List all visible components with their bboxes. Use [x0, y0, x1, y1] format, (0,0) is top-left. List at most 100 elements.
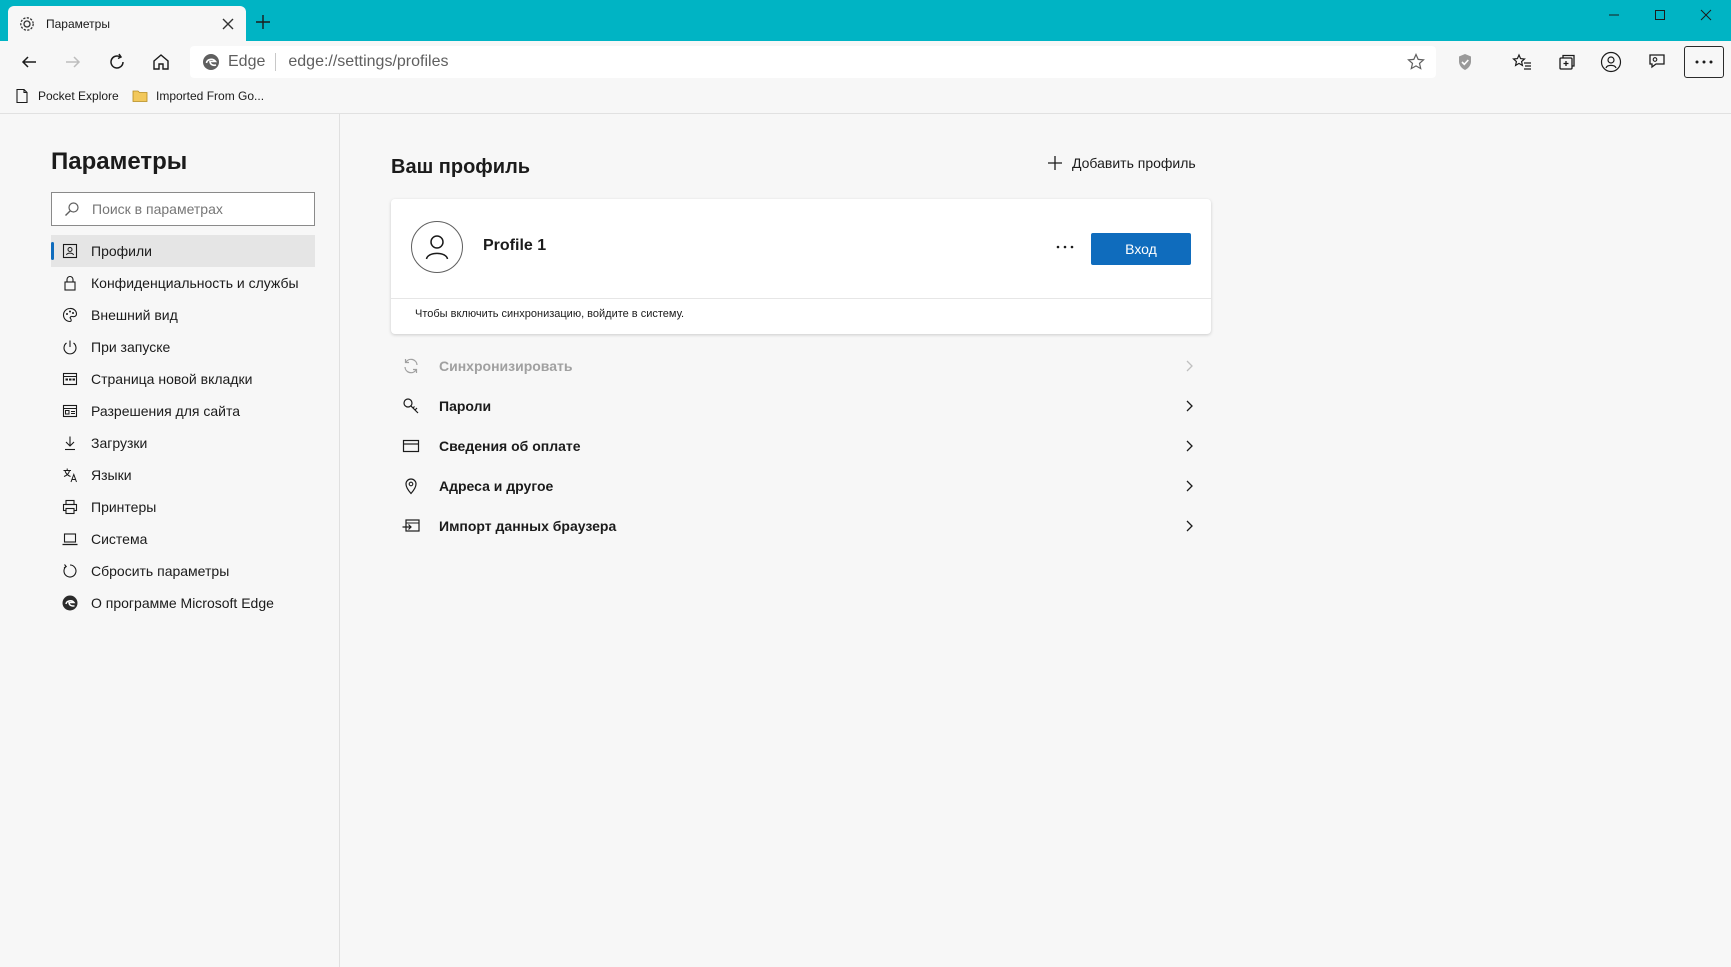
profile-options-list: Синхронизировать Пароли Сведения об опла… [391, 346, 1211, 546]
chevron-right-icon [1181, 518, 1197, 534]
sidebar-item-label: Профили [91, 243, 152, 259]
feedback-icon[interactable] [1646, 51, 1668, 73]
close-tab-icon[interactable] [220, 16, 236, 32]
new-tab-page-icon [61, 370, 79, 388]
profile-name: Profile 1 [483, 237, 547, 254]
favorite-item-pocket-explore[interactable]: Pocket Explore [14, 88, 119, 104]
profile-more-options-icon[interactable] [1053, 235, 1077, 259]
browser-tab[interactable]: Параметры [8, 6, 246, 41]
sidebar-item-about-edge[interactable]: О программе Microsoft Edge [51, 587, 315, 619]
sidebar-item-system[interactable]: Система [51, 523, 315, 555]
sidebar-item-label: Страница новой вкладки [91, 371, 253, 387]
back-icon[interactable] [16, 49, 42, 75]
sync-icon [401, 356, 421, 376]
chevron-right-icon [1181, 398, 1197, 414]
minimize-icon[interactable] [1602, 6, 1626, 24]
edge-logo-icon [61, 594, 79, 612]
sidebar-item-label: Система [91, 531, 148, 547]
option-sync[interactable]: Синхронизировать [391, 346, 1211, 386]
option-addresses[interactable]: Адреса и другое [391, 466, 1211, 506]
site-permissions-icon [61, 402, 79, 420]
favorites-bar: Pocket Explore Imported From Go... [0, 83, 1731, 114]
avatar [411, 221, 463, 273]
favorite-label: Pocket Explore [38, 89, 119, 103]
language-icon [61, 466, 79, 484]
option-passwords[interactable]: Пароли [391, 386, 1211, 426]
address-url[interactable]: edge://settings/profiles [288, 53, 1406, 71]
import-icon [401, 516, 421, 536]
sidebar-item-label: О программе Microsoft Edge [91, 595, 274, 611]
gear-icon [18, 15, 36, 33]
sidebar-item-label: Принтеры [91, 499, 157, 515]
card-divider [391, 298, 1211, 299]
sidebar-item-privacy[interactable]: Конфиденциальность и службы [51, 267, 315, 299]
chevron-right-icon [1181, 478, 1197, 494]
forward-icon[interactable] [60, 49, 86, 75]
sidebar-item-profiles[interactable]: Профили [51, 235, 315, 267]
edge-logo-icon [202, 53, 220, 71]
option-label: Адреса и другое [439, 478, 554, 494]
refresh-icon[interactable] [104, 49, 130, 75]
sidebar-item-downloads[interactable]: Загрузки [51, 427, 315, 459]
page-title: Ваш профиль [391, 156, 531, 178]
chevron-right-icon [1181, 358, 1197, 374]
option-label: Сведения об оплате [439, 438, 581, 454]
sidebar-item-on-startup[interactable]: При запуске [51, 331, 315, 363]
sidebar-item-reset-settings[interactable]: Сбросить параметры [51, 555, 315, 587]
favorite-folder-imported[interactable]: Imported From Go... [132, 88, 264, 104]
close-window-icon[interactable] [1694, 6, 1718, 24]
add-profile-button[interactable]: Добавить профиль [1046, 154, 1196, 172]
maximize-icon[interactable] [1648, 6, 1672, 24]
address-brand: Edge [228, 53, 266, 70]
settings-and-more-button[interactable] [1684, 46, 1724, 78]
sidebar-item-label: Конфиденциальность и службы [91, 275, 299, 291]
location-pin-icon [401, 476, 421, 496]
palette-icon [61, 306, 79, 324]
chevron-right-icon [1181, 438, 1197, 454]
profile-icon[interactable] [1600, 51, 1622, 73]
key-icon [401, 396, 421, 416]
sidebar-item-label: Сбросить параметры [91, 563, 230, 579]
reset-icon [61, 562, 79, 580]
favorites-icon[interactable] [1511, 51, 1533, 73]
add-profile-label: Добавить профиль [1072, 155, 1196, 171]
navigation-toolbar: Edge edge://settings/profiles [0, 41, 1731, 83]
power-icon [61, 338, 79, 356]
sidebar-item-printers[interactable]: Принтеры [51, 491, 315, 523]
sidebar-item-label: Языки [91, 467, 132, 483]
add-favorite-star-icon[interactable] [1406, 52, 1426, 72]
sidebar-item-label: Загрузки [91, 435, 148, 451]
address-bar[interactable]: Edge edge://settings/profiles [190, 46, 1436, 78]
settings-nav: Профили Конфиденциальность и службы Внеш… [51, 235, 315, 619]
sign-in-button[interactable]: Вход [1091, 233, 1191, 265]
option-label: Синхронизировать [439, 358, 573, 374]
download-icon [61, 434, 79, 452]
printer-icon [61, 498, 79, 516]
favorite-label: Imported From Go... [156, 89, 265, 103]
option-payment-info[interactable]: Сведения об оплате [391, 426, 1211, 466]
folder-icon [132, 88, 148, 104]
search-input[interactable] [90, 200, 310, 218]
laptop-icon [61, 530, 79, 548]
home-icon[interactable] [148, 49, 174, 75]
new-tab-icon[interactable] [254, 13, 272, 31]
option-import-browser-data[interactable]: Импорт данных браузера [391, 506, 1211, 546]
sidebar-item-label: Внешний вид [91, 307, 178, 323]
tracking-prevention-shield-icon[interactable] [1454, 51, 1476, 73]
sidebar-item-appearance[interactable]: Внешний вид [51, 299, 315, 331]
profile-card-icon [61, 242, 79, 260]
sidebar-item-new-tab-page[interactable]: Страница новой вкладки [51, 363, 315, 395]
lock-icon [61, 274, 79, 292]
address-separator [275, 53, 277, 71]
collections-icon[interactable] [1556, 51, 1578, 73]
profile-card: Profile 1 Вход Чтобы включить синхрониза… [391, 199, 1211, 334]
settings-sidebar: Параметры Профили Конфиденциальность и с… [0, 114, 340, 967]
sidebar-item-languages[interactable]: Языки [51, 459, 315, 491]
option-label: Импорт данных браузера [439, 518, 617, 534]
settings-search[interactable] [51, 192, 315, 226]
credit-card-icon [401, 436, 421, 456]
option-label: Пароли [439, 398, 492, 414]
sidebar-item-label: При запуске [91, 339, 171, 355]
sidebar-item-label: Разрешения для сайта [91, 403, 240, 419]
sidebar-item-site-permissions[interactable]: Разрешения для сайта [51, 395, 315, 427]
